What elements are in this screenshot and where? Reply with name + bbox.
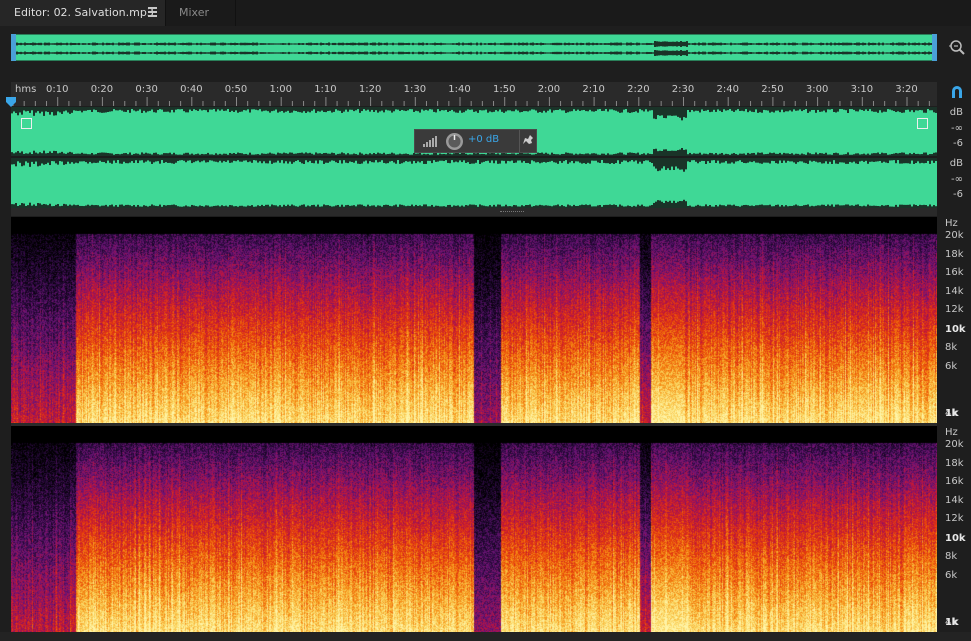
hz-label: 8k (945, 342, 958, 353)
hz-label: 8k (945, 551, 958, 562)
hz-label: 20k (945, 439, 964, 450)
gain-hud[interactable]: +0 dB (414, 129, 537, 153)
hamburger-icon[interactable] (148, 7, 157, 17)
hz-label: 16k (945, 267, 964, 278)
hz-label: 1k (945, 617, 959, 628)
db-label: -6 (953, 138, 963, 149)
tab-editor-label: Editor: 02. Salvation.mp3 (14, 6, 154, 19)
ruler-tick-label: 0:20 (90, 84, 114, 95)
ruler-tick-label: 1:10 (314, 84, 337, 95)
hz-label: 18k (945, 458, 964, 469)
hz-label: 14k (945, 286, 964, 297)
divider-grip[interactable] (500, 211, 524, 214)
ruler-tick-label: 0:40 (180, 84, 203, 95)
hz-label: Hz (945, 218, 958, 229)
ruler-tick-label: 2:20 (627, 84, 650, 95)
hz-label: 6k (945, 570, 958, 581)
ruler-tick-label: 3:10 (850, 84, 874, 95)
ruler-tick-label: 1:30 (403, 84, 427, 95)
overview-range-handle-right[interactable] (932, 34, 937, 61)
ruler-tick-label: 0:30 (135, 84, 158, 95)
hz-label: 14k (945, 495, 964, 506)
hz-label: 16k (945, 476, 964, 487)
hz-label: 1k (945, 408, 959, 419)
waveform-channel-right[interactable] (11, 158, 937, 208)
zoom-icon[interactable] (948, 38, 966, 56)
spectral-channel-right[interactable] (11, 426, 937, 632)
db-label: dB (949, 158, 963, 169)
tab-editor[interactable]: Editor: 02. Salvation.mp3 (0, 0, 166, 26)
ruler-tick-label: 2:40 (716, 84, 739, 95)
overview-range-handle-left[interactable] (11, 34, 16, 61)
hz-label: 20k (945, 230, 964, 241)
ruler-tick-label: 1:40 (448, 84, 471, 95)
ruler-tick-label: 0:10 (46, 84, 69, 95)
hz-label: 18k (945, 249, 964, 260)
time-ruler[interactable]: hms 0:10 0:20 0:30 0:40 0:50 1:00 1:10 1:20 1:30… (11, 82, 937, 106)
hz-label: 6k (945, 361, 958, 372)
ruler-tick-label: 2:30 (671, 84, 695, 95)
db-label: -∞ (951, 123, 963, 134)
hz-label: 12k (945, 513, 964, 524)
spectral-channel-left[interactable] (11, 217, 937, 423)
overview-waveform[interactable] (11, 34, 937, 61)
fade-out-handle[interactable] (917, 118, 928, 129)
tab-bar: Editor: 02. Salvation.mp3 Mixer (0, 0, 971, 26)
ruler-tick-label: 3:00 (805, 84, 829, 95)
db-label: dB (949, 107, 963, 118)
gain-value[interactable]: +0 dB (468, 134, 499, 145)
ruler-tick-label: 1:00 (269, 84, 292, 95)
ruler-tick-label: 2:10 (582, 84, 605, 95)
hz-label: 12k (945, 304, 964, 315)
ruler-unit-label: hms (15, 84, 37, 95)
hz-label: 10k (945, 533, 966, 544)
pin-icon[interactable] (519, 130, 538, 152)
hz-label: 10k (945, 324, 966, 335)
ruler-tick-label: 2:00 (537, 84, 561, 95)
ruler-tick-label: 1:50 (493, 84, 516, 95)
playhead-marker[interactable] (6, 92, 16, 107)
tab-mixer-label: Mixer (179, 6, 210, 19)
knob-icon[interactable] (445, 132, 464, 155)
horizontal-scrollbar[interactable] (0, 632, 971, 641)
tab-mixer[interactable]: Mixer (166, 0, 236, 26)
ruler-tick-label: 0:50 (224, 84, 248, 95)
ruler-tick-label: 2:50 (761, 84, 784, 95)
ruler-tick-label: 1:20 (358, 84, 382, 95)
fade-in-handle[interactable] (21, 118, 32, 129)
db-label: -6 (953, 189, 963, 200)
hz-label: Hz (945, 427, 958, 438)
magnet-icon[interactable] (949, 84, 965, 100)
db-label: -∞ (951, 174, 963, 185)
spectral-divider[interactable] (11, 208, 937, 216)
ruler-tick-label: 3:20 (895, 84, 918, 95)
